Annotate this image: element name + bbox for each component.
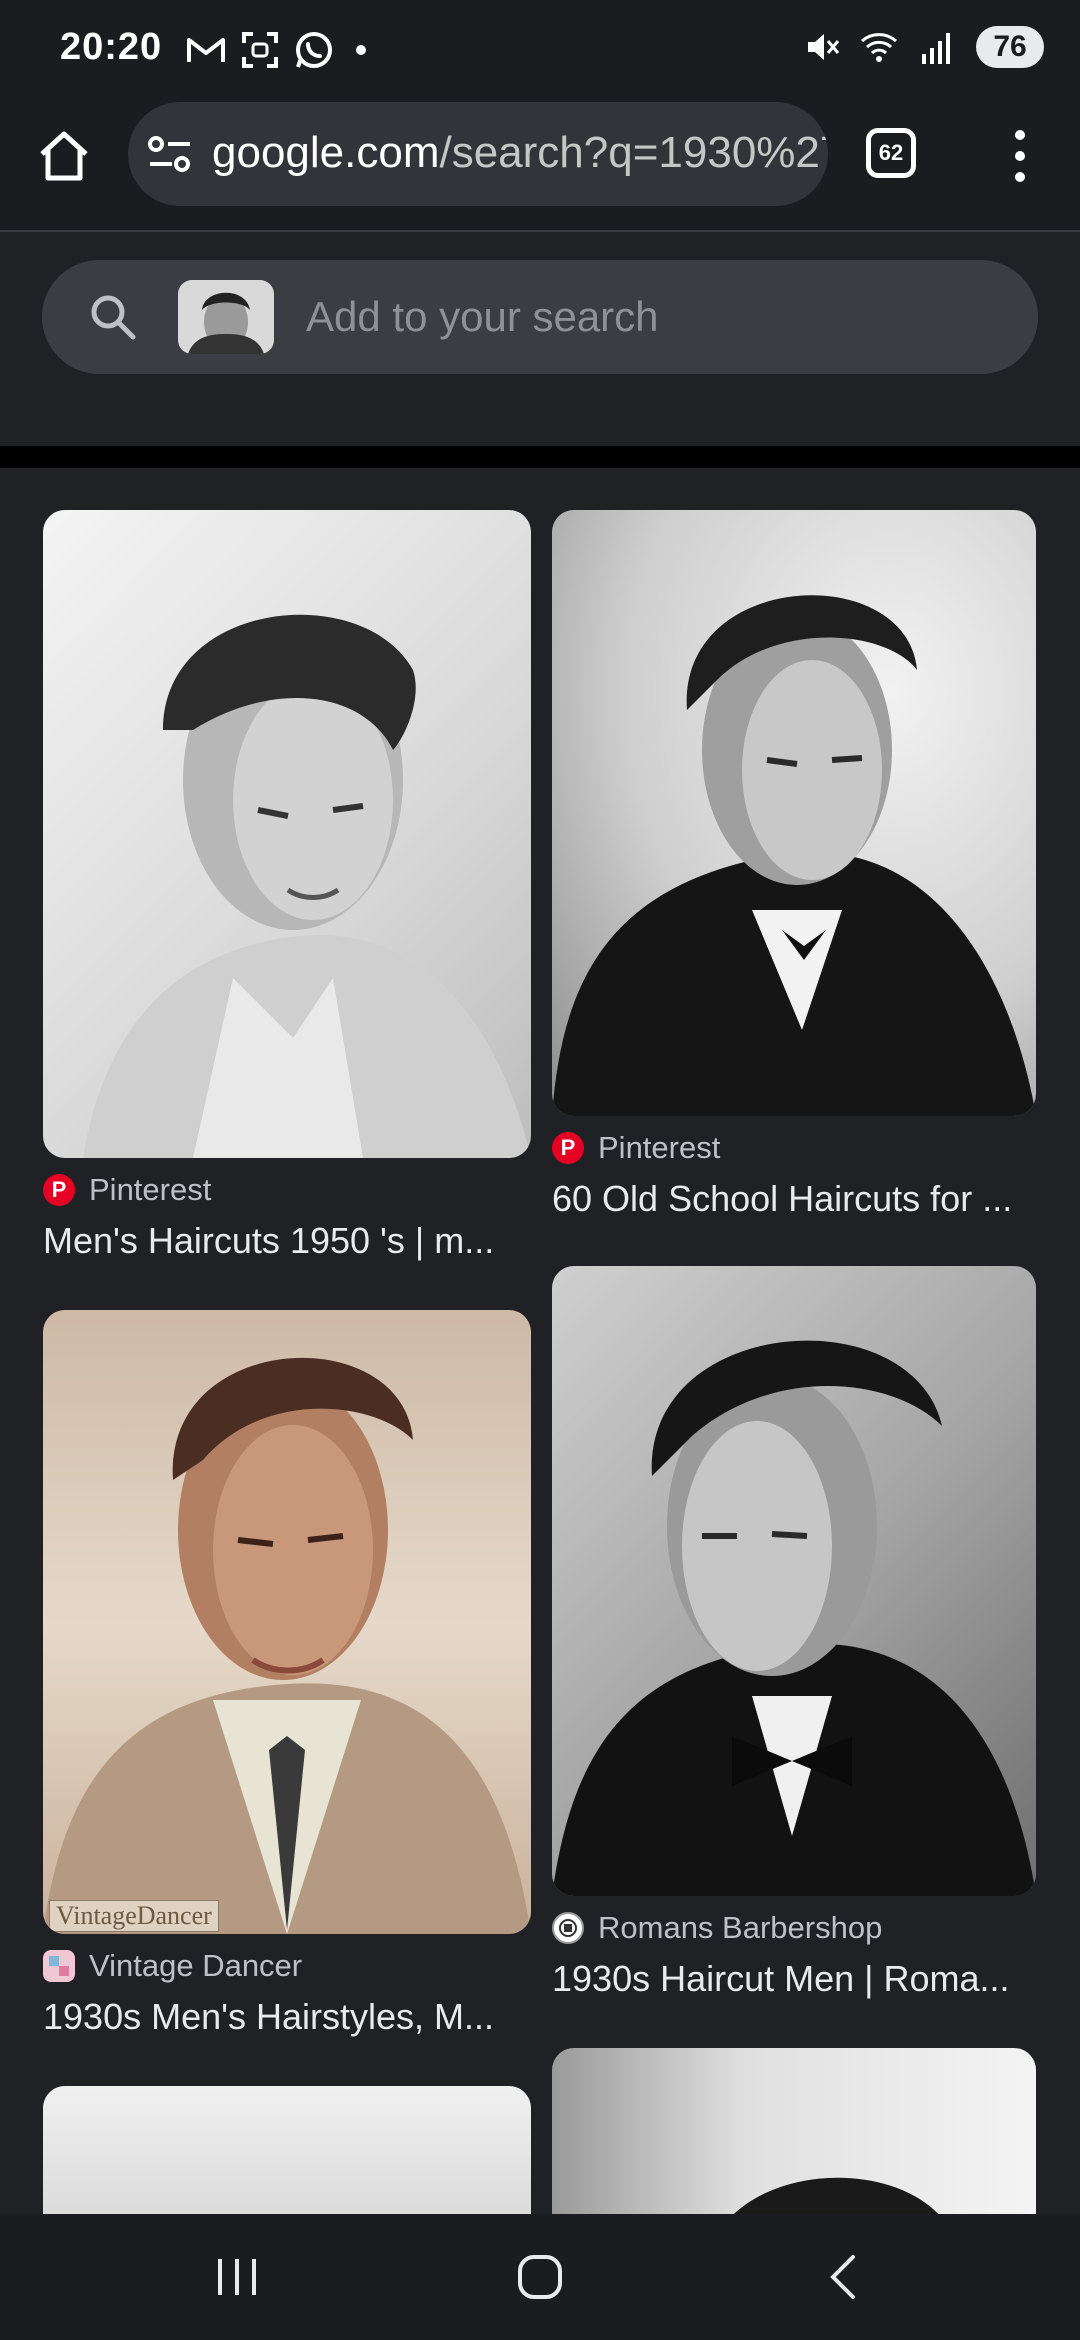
url-domain: google.com xyxy=(212,128,440,177)
romans-barbershop-icon xyxy=(552,1912,584,1944)
back-icon xyxy=(830,2255,855,2299)
url-path: /search?q=1930%27 xyxy=(439,128,828,177)
result-image[interactable]: VintageDancer xyxy=(43,1310,531,1934)
notification-icons xyxy=(186,30,366,70)
section-divider xyxy=(0,446,1080,468)
more-menu-icon[interactable] xyxy=(1000,126,1040,186)
home-nav-icon xyxy=(518,2255,562,2299)
result-source: Vintage Dancer xyxy=(43,1948,531,1984)
screenshot-icon xyxy=(240,30,280,70)
result-title[interactable]: 60 Old School Haircuts for ... xyxy=(552,1178,1036,1220)
whatsapp-icon xyxy=(294,30,334,70)
image-results-grid: P Pinterest Men's Haircuts 1950 's | m..… xyxy=(0,468,1080,2214)
address-bar[interactable]: google.com/search?q=1930%27 xyxy=(128,102,828,206)
battery-indicator: 76 xyxy=(976,26,1044,68)
search-placeholder: Add to your search xyxy=(306,293,659,340)
system-navigation-bar xyxy=(0,2214,1080,2340)
result-title[interactable]: 1930s Haircut Men | Roma... xyxy=(552,1958,1036,2000)
system-icons: 76 xyxy=(802,26,1044,68)
wifi-icon xyxy=(860,27,900,67)
result-image[interactable] xyxy=(43,510,531,1158)
pinterest-icon: P xyxy=(43,1174,75,1206)
image-watermark: VintageDancer xyxy=(49,1900,219,1932)
source-name: Pinterest xyxy=(598,1130,721,1165)
tab-switcher-button[interactable]: 62 xyxy=(866,128,916,178)
back-button[interactable] xyxy=(808,2244,878,2310)
result-image[interactable] xyxy=(552,2048,1036,2214)
home-nav-button[interactable] xyxy=(505,2244,575,2310)
recent-apps-button[interactable] xyxy=(202,2244,272,2310)
status-time: 20:20 xyxy=(60,26,163,68)
status-bar: 20:20 76 xyxy=(0,0,1080,100)
site-settings-icon[interactable] xyxy=(148,134,192,174)
result-title[interactable]: Men's Haircuts 1950 's | m... xyxy=(43,1220,531,1262)
recent-apps-icon xyxy=(218,2259,256,2295)
result-card[interactable]: P Pinterest 60 Old School Haircuts for .… xyxy=(552,510,1036,1220)
signal-icon xyxy=(918,27,958,67)
search-icon xyxy=(88,292,138,342)
search-refine-area: Add to your search xyxy=(0,232,1080,446)
result-title[interactable]: 1930s Men's Hairstyles, M... xyxy=(43,1996,531,2038)
gmail-icon xyxy=(186,30,226,70)
result-card[interactable]: VintageDancer Vintage Dancer 1930s Men's… xyxy=(43,1310,531,2038)
result-card[interactable]: Romans Barbershop 1930s Haircut Men | Ro… xyxy=(552,1266,1036,2000)
browser-toolbar: google.com/search?q=1930%27 62 xyxy=(0,100,1080,232)
vintage-dancer-icon xyxy=(43,1950,75,1982)
source-name: Pinterest xyxy=(89,1172,212,1207)
result-image[interactable] xyxy=(552,1266,1036,1896)
query-image-thumbnail[interactable] xyxy=(178,280,274,354)
add-to-search-input[interactable]: Add to your search xyxy=(42,260,1038,374)
mute-icon xyxy=(802,27,842,67)
result-source: Romans Barbershop xyxy=(552,1910,1036,1946)
result-card[interactable] xyxy=(552,2048,1036,2214)
home-button[interactable] xyxy=(34,126,94,186)
source-name: Vintage Dancer xyxy=(89,1948,303,1983)
result-image[interactable] xyxy=(552,510,1036,1116)
result-card[interactable]: P Pinterest Men's Haircuts 1950 's | m..… xyxy=(43,510,531,1262)
source-name: Romans Barbershop xyxy=(598,1910,883,1945)
pinterest-icon: P xyxy=(552,1132,584,1164)
result-source: P Pinterest xyxy=(43,1172,531,1208)
home-icon xyxy=(40,131,88,181)
result-card[interactable] xyxy=(43,2086,531,2214)
dot-icon xyxy=(356,45,366,55)
result-image[interactable] xyxy=(43,2086,531,2214)
url-text: google.com/search?q=1930%27 xyxy=(212,128,828,178)
result-source: P Pinterest xyxy=(552,1130,1036,1166)
